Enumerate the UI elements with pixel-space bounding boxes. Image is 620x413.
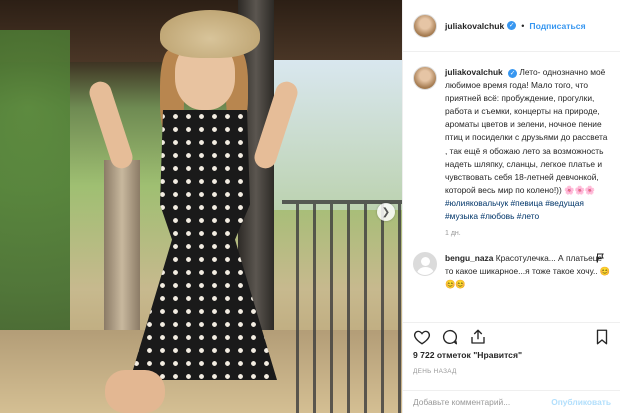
iron-railing	[282, 200, 402, 413]
author-username[interactable]: juliakovalchuk	[445, 21, 504, 31]
caption-time[interactable]: 1 дн.	[445, 227, 611, 240]
action-bar	[403, 322, 620, 350]
publish-button[interactable]: Опубликовать	[551, 397, 611, 407]
arm-left	[86, 78, 136, 172]
flag-icon[interactable]	[595, 252, 607, 264]
chevron-right-icon: ❯	[381, 206, 391, 218]
comment-input[interactable]	[413, 397, 552, 407]
add-comment-bar: Опубликовать	[403, 390, 620, 413]
follow-button[interactable]: Подписаться	[529, 21, 585, 31]
post-date[interactable]: ДЕНЬ НАЗАД	[413, 368, 457, 375]
bookmark-icon[interactable]	[593, 328, 611, 346]
share-icon[interactable]	[469, 328, 487, 346]
avatar[interactable]	[413, 252, 437, 277]
list-item: bengu_naza Красотулечка... А платьеце то…	[413, 252, 611, 291]
comments-list[interactable]: juliakovalchuk ✓ Лето- однозначно моё лю…	[403, 60, 620, 318]
post-photo[interactable]: ❯	[0, 0, 402, 413]
avatar[interactable]	[413, 66, 437, 90]
comment-icon[interactable]	[441, 328, 459, 346]
caption-username[interactable]: juliakovalchuk	[445, 67, 503, 77]
heart-icon[interactable]	[413, 328, 431, 346]
caption: juliakovalchuk ✓ Лето- однозначно моё лю…	[413, 66, 611, 240]
likes-count[interactable]: 9 722 отметок "Нравится"	[413, 350, 522, 360]
post-header: juliakovalchuk ✓ • Подписаться	[403, 0, 620, 52]
post-sidebar: juliakovalchuk ✓ • Подписаться juliakova…	[402, 0, 620, 413]
verified-badge-icon: ✓	[507, 21, 517, 30]
leg	[105, 370, 165, 413]
avatar[interactable]	[413, 13, 437, 38]
straw-hat	[160, 10, 260, 58]
caption-text: Лето- однозначно моё любимое время года!…	[445, 67, 608, 195]
next-photo-button[interactable]: ❯	[377, 203, 395, 221]
comment-username[interactable]: bengu_naza	[445, 253, 493, 263]
caption-hashtags[interactable]: #юлияковальчук #певица #ведущая #музыка …	[445, 198, 584, 221]
separator-dot: •	[521, 20, 525, 31]
verified-badge-icon: ✓	[508, 69, 518, 78]
